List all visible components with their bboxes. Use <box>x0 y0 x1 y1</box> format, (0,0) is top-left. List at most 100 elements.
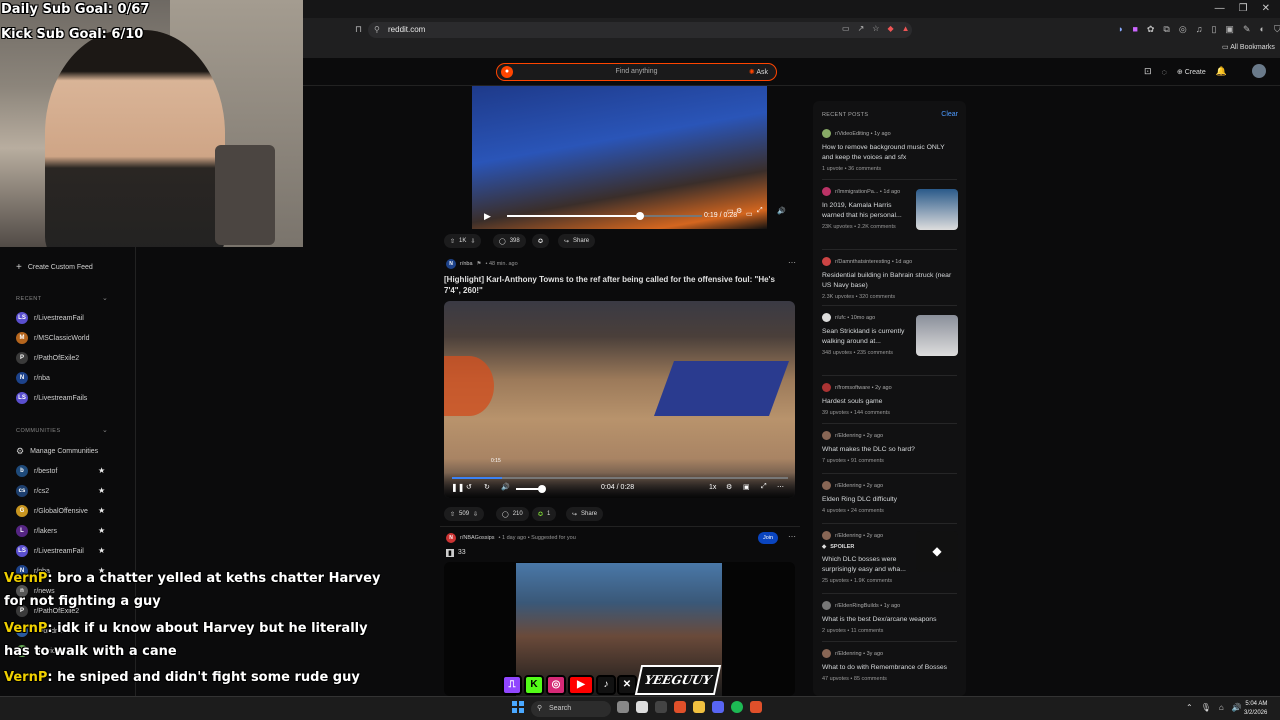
fullscreen-icon[interactable]: ⤢ <box>761 483 767 491</box>
volume-icon[interactable]: 🔊 <box>501 483 510 491</box>
extension-icon[interactable]: ◎ <box>1179 24 1187 35</box>
more-options-icon[interactable]: ⋯ <box>788 258 796 267</box>
recent-post-thumbnail[interactable] <box>916 315 958 356</box>
vote-control[interactable]: ⇧ 1K ⇩ <box>444 234 482 248</box>
volume-icon[interactable]: 🔊 <box>1232 703 1242 712</box>
fullscreen-icon[interactable]: ⤢ <box>757 207 763 215</box>
award-button[interactable]: ✪ <box>532 234 550 248</box>
chevron-up-icon[interactable]: ⌃ <box>1186 703 1193 712</box>
comments-button[interactable]: ◯ 210 <box>496 507 529 521</box>
recent-post-thumbnail[interactable] <box>916 189 958 230</box>
chat-icon[interactable]: ◌ <box>1162 67 1167 77</box>
extension-icon[interactable]: ✿ <box>1147 24 1155 35</box>
sidebar-item-community[interactable]: Lr/lakers <box>16 524 57 538</box>
recent-post-item[interactable]: r/EldenRingBuilds • 1y ago What is the be… <box>822 593 962 634</box>
sidebar-item-community[interactable]: cs r/cs2 <box>16 484 49 498</box>
join-button[interactable]: Join <box>758 532 779 544</box>
share-button[interactable]: ↪ Share <box>558 234 596 248</box>
sidebar-item-community[interactable]: LS r/LivestreamFail <box>16 544 84 558</box>
advertise-icon[interactable]: ⊡ <box>1144 66 1152 77</box>
spoiler-thumbnail-icon[interactable]: ◆ <box>916 531 958 572</box>
progress-track[interactable] <box>452 477 788 479</box>
captions-icon[interactable]: ▭ <box>746 210 753 218</box>
sidebar-item-recent[interactable]: Pr/PathOfExile2 <box>16 351 79 365</box>
video-player[interactable]: ▶ 0:19 / 0:28 ▭ ⚙ ⤢ 🔊 <box>472 86 767 229</box>
favorite-star-icon[interactable]: ★ <box>98 486 105 495</box>
sidebar-item-community[interactable]: b r/bestof <box>16 464 57 478</box>
captions-icon[interactable]: ▭ <box>727 207 734 215</box>
app-icon[interactable] <box>636 701 648 713</box>
notifications-bell-icon[interactable]: 🔔 <box>1216 66 1227 77</box>
forward-icon[interactable]: ↻ <box>484 483 490 491</box>
close-icon[interactable]: ✕ <box>1262 3 1270 14</box>
favorite-star-icon[interactable]: ★ <box>98 526 105 535</box>
app-icon[interactable] <box>617 701 629 713</box>
volume-handle[interactable] <box>538 485 546 493</box>
upvote-icon[interactable]: ⇧ <box>450 511 455 518</box>
share-button[interactable]: ↪ Share <box>566 507 604 521</box>
manage-communities-button[interactable]: ⚙ Manage Communities <box>16 444 98 458</box>
star-icon[interactable]: ☆ <box>872 24 879 33</box>
recent-post-item[interactable]: r/fromsoftware • 2y ago Hardest souls gam… <box>822 375 962 416</box>
ask-button[interactable]: ✺ Ask <box>749 68 768 76</box>
restore-icon[interactable]: ❐ <box>1239 3 1248 14</box>
minimize-icon[interactable]: — <box>1215 3 1225 14</box>
pip-icon[interactable]: ▣ <box>743 483 750 491</box>
playback-speed[interactable]: 1x <box>709 484 716 491</box>
taskbar-search[interactable]: ⚲ Search <box>531 701 611 717</box>
share-icon[interactable]: ↗ <box>858 24 865 33</box>
award-button[interactable]: ✪ 1 <box>532 507 557 521</box>
address-bar[interactable]: ⚲ reddit.com <box>368 22 912 38</box>
user-avatar[interactable] <box>1252 64 1266 78</box>
volume-icon[interactable]: 🔊 <box>777 207 786 215</box>
favorite-star-icon[interactable]: ★ <box>98 506 105 515</box>
extension-icon[interactable]: ✎ <box>1243 24 1251 35</box>
post-title[interactable]: [Highlight] Karl-Anthony Towns to the re… <box>444 274 789 296</box>
clock[interactable]: 5:04 AM 3/2/2026 <box>1244 700 1267 718</box>
site-info-icon[interactable]: ⚲ <box>374 25 380 34</box>
bookmark-icon[interactable]: ⊓ <box>355 24 362 35</box>
subreddit-link[interactable]: r/NBAGossips <box>460 535 495 541</box>
settings-icon[interactable]: ⚙ <box>726 483 732 491</box>
settings-icon[interactable]: ⚙ <box>736 207 742 215</box>
app-icon[interactable] <box>655 701 667 713</box>
sidebar-item-recent[interactable]: Nr/nba <box>16 371 50 385</box>
vote-control[interactable]: ⇧ 509 ⇩ <box>444 507 485 521</box>
extension-icon[interactable]: ⧉ <box>1163 24 1169 35</box>
video-player[interactable]: 0:15 ❚❚ ↺ ↻ 🔊 0:04 / 0:28 1x ⚙ ▣ ⤢ ⋯ <box>444 301 795 498</box>
favorite-star-icon[interactable]: ★ <box>98 546 105 555</box>
extension-icon[interactable]: ■ <box>1132 24 1137 35</box>
create-post-button[interactable]: ⊕ Create <box>1177 68 1206 76</box>
brave-icon[interactable] <box>750 701 762 713</box>
brave-icon[interactable] <box>674 701 686 713</box>
extension-icon[interactable]: ▯ <box>1211 24 1216 35</box>
clear-recent-button[interactable]: Clear <box>941 111 958 118</box>
extension-icon[interactable]: ♫ <box>1196 24 1203 35</box>
chevron-up-icon[interactable]: ⌄ <box>102 426 108 434</box>
windows-start-icon[interactable] <box>512 701 524 713</box>
extension-icon[interactable]: ◗ <box>1118 24 1123 35</box>
recent-post-item[interactable]: r/Eldenring • 2y ago Elden Ring DLC diffi… <box>822 473 962 514</box>
search-input[interactable]: ● Find anything ✺ Ask <box>496 63 777 81</box>
install-icon[interactable]: ▭ <box>842 24 850 33</box>
play-icon[interactable]: ▶ <box>484 211 491 222</box>
recent-post-item[interactable]: r/Eldenring • 3y ago What to do with Reme… <box>822 641 962 682</box>
recent-post-item[interactable]: r/Eldenring • 2y ago What makes the DLC s… <box>822 423 962 464</box>
recent-post-item[interactable]: r/VideoEditing • 1y ago How to remove bac… <box>822 129 962 172</box>
spotify-icon[interactable] <box>731 701 743 713</box>
extension-icon[interactable]: ◐ <box>1259 24 1264 35</box>
network-icon[interactable]: ⌂ <box>1219 703 1224 712</box>
chevron-up-icon[interactable]: ⌄ <box>102 294 108 302</box>
downvote-icon[interactable]: ⇩ <box>473 511 478 518</box>
extension-icon[interactable]: ▣ <box>1225 24 1234 35</box>
extension-icon[interactable]: ⛉ <box>1274 24 1280 35</box>
downvote-icon[interactable]: ⇩ <box>470 238 475 245</box>
subreddit-link[interactable]: r/nba <box>460 261 473 267</box>
sidebar-item-community[interactable]: Gr/GlobalOffensive <box>16 504 88 518</box>
more-options-icon[interactable]: ⋯ <box>788 532 796 541</box>
create-custom-feed-button[interactable]: + Create Custom Feed <box>16 260 93 274</box>
rewards-icon[interactable]: ▲ <box>902 24 910 33</box>
favorite-star-icon[interactable]: ★ <box>98 466 105 475</box>
folder-icon[interactable] <box>693 701 705 713</box>
pause-icon[interactable]: ❚❚ <box>451 483 464 492</box>
